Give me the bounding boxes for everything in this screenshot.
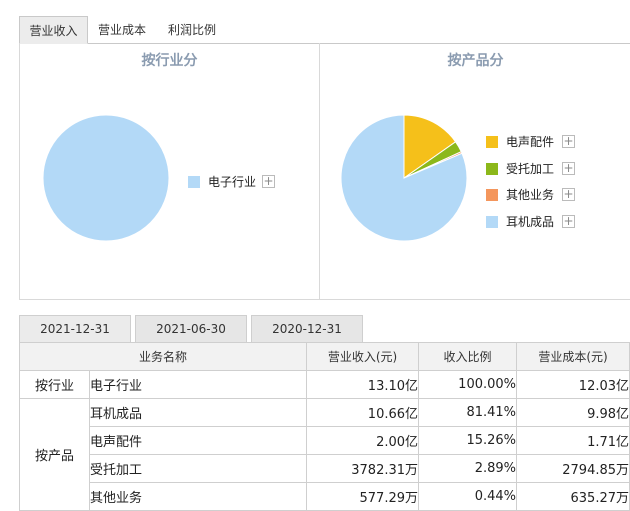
period-tab-2020-12-31[interactable]: 2020-12-31 xyxy=(251,315,363,343)
row-name: 电声配件 xyxy=(88,426,308,455)
legend-item-other-business: 其他业务 + xyxy=(486,187,586,203)
legend-swatch-other-business xyxy=(486,189,498,201)
legend-label-electronics: 电子行业 xyxy=(208,175,257,189)
expand-earphone-products-button[interactable]: + xyxy=(562,215,575,228)
row-name: 电子行业 xyxy=(88,370,308,399)
header-ratio: 收入比例 xyxy=(418,342,518,371)
expand-contract-processing-button[interactable]: + xyxy=(562,162,575,175)
row-ratio: 2.89% xyxy=(418,454,518,483)
tab-profit-ratio[interactable]: 利润比例 xyxy=(159,16,225,43)
row-name: 耳机成品 xyxy=(88,398,308,427)
row-revenue: 13.10亿 xyxy=(306,370,420,399)
row-cost: 2794.85万 xyxy=(516,454,630,483)
legend-item-contract-processing: 受托加工 + xyxy=(486,161,586,177)
group-label-product: 按产品 xyxy=(19,398,90,511)
top-tab-bar: 营业收入 营业成本 利润比例 xyxy=(19,16,630,44)
row-cost: 9.98亿 xyxy=(516,398,630,427)
row-ratio: 81.41% xyxy=(418,398,518,427)
expand-other-business-button[interactable]: + xyxy=(562,188,575,201)
product-panel: 按产品分 电声配件 + 受托加工 + 其他业务 + 耳机成品 + xyxy=(320,43,630,299)
row-revenue: 577.29万 xyxy=(306,482,420,511)
legend-item-acoustic-parts: 电声配件 + xyxy=(486,134,586,150)
row-name: 受托加工 xyxy=(88,454,308,483)
tab-revenue[interactable]: 营业收入 xyxy=(19,16,88,44)
legend-swatch-earphone-products xyxy=(486,216,498,228)
table-header-row: 业务名称 营业收入(元) 收入比例 营业成本(元) xyxy=(18,342,630,371)
period-tab-2021-12-31[interactable]: 2021-12-31 xyxy=(19,315,131,343)
legend-label-contract-processing: 受托加工 xyxy=(506,162,555,176)
legend-swatch-contract-processing xyxy=(486,163,498,175)
row-name: 其他业务 xyxy=(88,482,308,511)
header-business-name: 业务名称 xyxy=(18,342,308,371)
expand-acoustic-parts-button[interactable]: + xyxy=(562,135,575,148)
row-cost: 1.71亿 xyxy=(516,426,630,455)
legend-label-other-business: 其他业务 xyxy=(506,188,555,202)
row-revenue: 3782.31万 xyxy=(306,454,420,483)
table-row: 受托加工 3782.31万 2.89% 2794.85万 xyxy=(20,454,630,483)
legend-label-earphone-products: 耳机成品 xyxy=(506,215,555,229)
row-cost: 12.03亿 xyxy=(516,370,630,399)
table-row: 其他业务 577.29万 0.44% 635.27万 xyxy=(20,482,630,511)
row-cost: 635.27万 xyxy=(516,482,630,511)
legend-swatch-acoustic-parts xyxy=(486,136,498,148)
row-ratio: 0.44% xyxy=(418,482,518,511)
period-tab-2021-06-30[interactable]: 2021-06-30 xyxy=(135,315,247,343)
table-row: 电声配件 2.00亿 15.26% 1.71亿 xyxy=(20,426,630,455)
tab-cost[interactable]: 营业成本 xyxy=(89,16,155,43)
chart-panels: 按行业分 电子行业 + 按产品分 电声配件 + 受托加工 + 其他业务 + 耳机… xyxy=(19,43,630,300)
row-revenue: 10.66亿 xyxy=(306,398,420,427)
header-cost: 营业成本(元) xyxy=(516,342,630,371)
industry-panel: 按行业分 电子行业 + xyxy=(20,43,320,299)
pie-slice-电子行业[interactable] xyxy=(42,114,170,242)
header-revenue: 营业收入(元) xyxy=(306,342,420,371)
legend-item-earphone-products: 耳机成品 + xyxy=(486,214,586,230)
table-row: 按产品 耳机成品 10.66亿 81.41% 9.98亿 xyxy=(19,398,630,511)
table-row: 按行业 电子行业 13.10亿 100.00% 12.03亿 xyxy=(19,370,630,399)
business-breakdown-table: 业务名称 营业收入(元) 收入比例 营业成本(元) 按行业 电子行业 13.10… xyxy=(18,342,630,511)
group-label-industry: 按行业 xyxy=(19,370,90,399)
row-revenue: 2.00亿 xyxy=(306,426,420,455)
legend-item-electronics: 电子行业 + xyxy=(188,174,288,190)
legend-label-acoustic-parts: 电声配件 xyxy=(506,135,555,149)
expand-electronics-button[interactable]: + xyxy=(262,175,275,188)
row-ratio: 15.26% xyxy=(418,426,518,455)
industry-pie-chart xyxy=(42,114,170,242)
row-ratio: 100.00% xyxy=(418,370,518,399)
legend-swatch-electronics xyxy=(188,176,200,188)
